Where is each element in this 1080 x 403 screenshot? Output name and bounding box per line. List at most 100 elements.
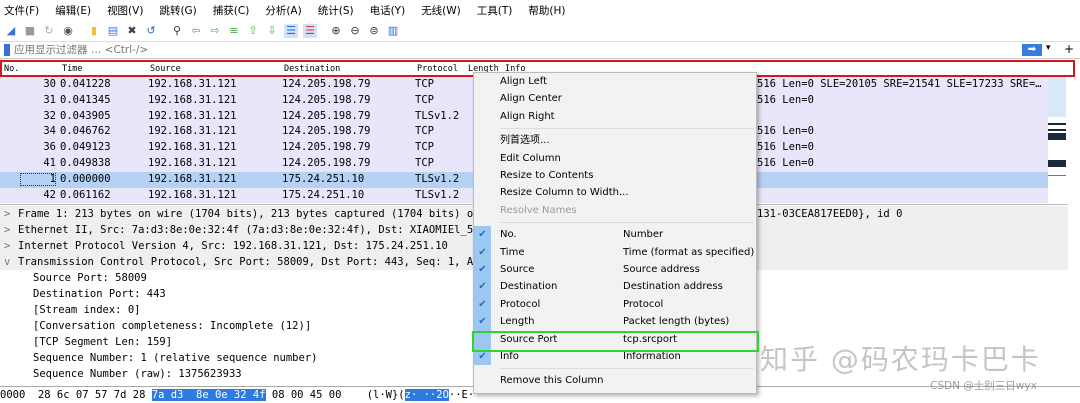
menu-item-align-center[interactable]: Align Center xyxy=(474,90,756,107)
menu-item[interactable]: 帮助(H) xyxy=(528,3,565,18)
packet-list-minimap-scrollbar[interactable] xyxy=(1048,77,1070,203)
menu-column-destination[interactable]: ✔ Destination Destination address xyxy=(474,278,756,296)
detail-text: [Stream index: 0] xyxy=(33,304,141,316)
hex-offset: 0000 xyxy=(0,389,26,401)
menu-column-protocol-desc: Protocol xyxy=(623,298,664,310)
column-header-time[interactable]: Time xyxy=(62,64,82,74)
zoom-out-icon[interactable]: ⊖ xyxy=(348,24,362,38)
detail-text: [TCP Segment Len: 159] xyxy=(33,336,173,348)
checkmark-icon: ✔ xyxy=(474,243,491,261)
detail-text: Source Port: 58009 xyxy=(33,272,147,284)
packet-protocol: TCP xyxy=(415,141,434,154)
menu-item-align-right[interactable]: Align Right xyxy=(474,108,756,125)
menu-item[interactable]: 无线(W) xyxy=(421,3,461,18)
column-header-destination[interactable]: Destination xyxy=(284,64,340,74)
menu-column-source-desc: Source address xyxy=(623,264,700,275)
menu-item[interactable]: 编辑(E) xyxy=(55,3,91,18)
goto-icon[interactable]: ≡ xyxy=(227,24,241,38)
menu-item-column-preferences[interactable]: 列首选项... xyxy=(474,132,756,149)
menu-column-length[interactable]: ✔ Length Packet length (bytes) xyxy=(474,313,756,331)
menu-separator xyxy=(500,368,754,370)
menu-item[interactable]: 分析(A) xyxy=(265,3,301,18)
menu-column-time[interactable]: ✔ Time Time (format as specified) xyxy=(474,243,756,261)
zoom-in-icon[interactable]: ⊕ xyxy=(329,24,343,38)
packet-destination: 124.205.198.79 xyxy=(282,109,371,122)
expand-arrow-icon[interactable]: > xyxy=(4,222,10,238)
expand-arrow-icon[interactable]: v xyxy=(4,254,10,270)
menu-item[interactable]: 工具(T) xyxy=(477,3,513,18)
menu-column-protocol[interactable]: ✔ Protocol Protocol xyxy=(474,295,756,314)
packet-source: 192.168.31.121 xyxy=(148,188,237,201)
expand-arrow-icon[interactable]: > xyxy=(4,238,10,254)
packet-info: 516 Len=0 xyxy=(757,93,814,106)
menu-item-edit-column[interactable]: Edit Column xyxy=(474,150,756,167)
menu-item[interactable]: 捕获(C) xyxy=(213,3,250,18)
menu-separator xyxy=(500,128,754,130)
packet-protocol: TLSv1.2 xyxy=(415,172,460,185)
forward-icon[interactable]: ⇨ xyxy=(208,24,222,38)
hex-ascii: (l·W}( xyxy=(366,389,405,401)
resize-columns-icon[interactable]: ▥ xyxy=(386,24,400,38)
focus-box xyxy=(20,172,56,186)
menu-item-column-preferences-label: 列首选项... xyxy=(500,135,550,147)
menu-item-resize-column-to-width[interactable]: Resize Column to Width... xyxy=(474,184,756,201)
expand-arrow-icon[interactable]: > xyxy=(4,206,10,222)
save-icon[interactable]: ▤ xyxy=(106,24,120,38)
menu-bar: 文件(F) 编辑(E) 视图(V) 跳转(G) 捕获(C) 分析(A) 统计(S) 电话(Y)… xyxy=(0,0,1080,20)
watermark: 知乎 @码农玛卡巴卡 xyxy=(760,343,1041,376)
options-icon[interactable]: ◉ xyxy=(61,24,75,38)
packet-protocol: TCP xyxy=(415,78,434,90)
reload-icon[interactable]: ↺ xyxy=(144,24,158,38)
packet-source: 192.168.31.121 xyxy=(148,141,237,154)
menu-column-time-label: Time xyxy=(500,246,525,258)
packet-source: 192.168.31.121 xyxy=(148,93,237,106)
display-filter-input[interactable] xyxy=(14,44,1014,56)
menu-item-align-left[interactable]: Align Left xyxy=(474,73,756,90)
restart-icon[interactable]: ↻ xyxy=(42,24,56,38)
menu-column-protocol-label: Protocol xyxy=(500,298,541,310)
packet-destination: 175.24.251.10 xyxy=(282,188,365,201)
menu-item[interactable]: 电话(Y) xyxy=(370,3,406,18)
bookmark-icon[interactable] xyxy=(4,44,10,56)
column-header-protocol[interactable]: Protocol xyxy=(417,64,458,74)
open-icon[interactable]: ▮ xyxy=(87,24,101,38)
menu-item-resize-to-contents[interactable]: Resize to Contents xyxy=(474,167,756,184)
menu-item-remove-column[interactable]: Remove this Column xyxy=(474,372,756,389)
autoscroll-icon[interactable]: ☰ xyxy=(284,23,298,38)
apply-filter-arrow-icon[interactable]: ➡ xyxy=(1022,44,1042,56)
packet-time: 0.041228 xyxy=(60,78,111,90)
menu-item-resolve-names[interactable]: Resolve Names xyxy=(474,202,756,219)
menu-column-no[interactable]: ✔ No. Number xyxy=(474,226,756,244)
detail-text-tail: 131-03CEA817EED0}, id 0 xyxy=(757,208,903,220)
menu-item[interactable]: 跳转(G) xyxy=(159,3,196,18)
back-icon[interactable]: ⇦ xyxy=(189,24,203,38)
zoom-normal-icon[interactable]: ⊜ xyxy=(367,24,381,38)
menu-column-length-desc: Packet length (bytes) xyxy=(623,316,730,328)
shark-fin-start-icon[interactable]: ◢ xyxy=(4,24,18,38)
packet-info: 516 Len=0 xyxy=(757,125,814,138)
packet-source: 192.168.31.121 xyxy=(148,78,237,90)
last-icon[interactable]: ⇩ xyxy=(265,24,279,38)
menu-item-resize-to-contents-label: Resize to Contents xyxy=(500,170,594,181)
menu-item[interactable]: 视图(V) xyxy=(107,3,143,18)
close-file-icon[interactable]: ✖ xyxy=(125,24,139,38)
find-icon[interactable]: ⚲ xyxy=(170,24,184,38)
detail-text: Ethernet II, Src: 7a:d3:8e:0e:32:4f (7a:… xyxy=(18,224,474,236)
packet-no: 31 xyxy=(43,93,56,106)
packet-info: 516 Len=0 xyxy=(757,157,814,169)
first-icon[interactable]: ⇧ xyxy=(246,24,260,38)
menu-column-source[interactable]: ✔ Source Source address xyxy=(474,261,756,279)
packet-no: 36 xyxy=(43,141,56,154)
stop-icon[interactable]: ■ xyxy=(23,24,37,38)
packet-no: 30 xyxy=(43,78,56,90)
packet-time: 0.061162 xyxy=(60,188,111,201)
column-header-source[interactable]: Source xyxy=(150,64,181,74)
add-filter-button-icon[interactable]: + xyxy=(1064,42,1074,56)
colorize-icon[interactable]: ☰ xyxy=(303,23,317,38)
packet-source: 192.168.31.121 xyxy=(148,125,237,138)
menu-item[interactable]: 文件(F) xyxy=(4,3,39,18)
packet-time: 0.043905 xyxy=(60,109,111,122)
filter-dropdown-icon[interactable]: ▾ xyxy=(1046,43,1051,53)
column-header-no[interactable]: No. xyxy=(4,64,19,74)
menu-item[interactable]: 统计(S) xyxy=(318,3,354,18)
